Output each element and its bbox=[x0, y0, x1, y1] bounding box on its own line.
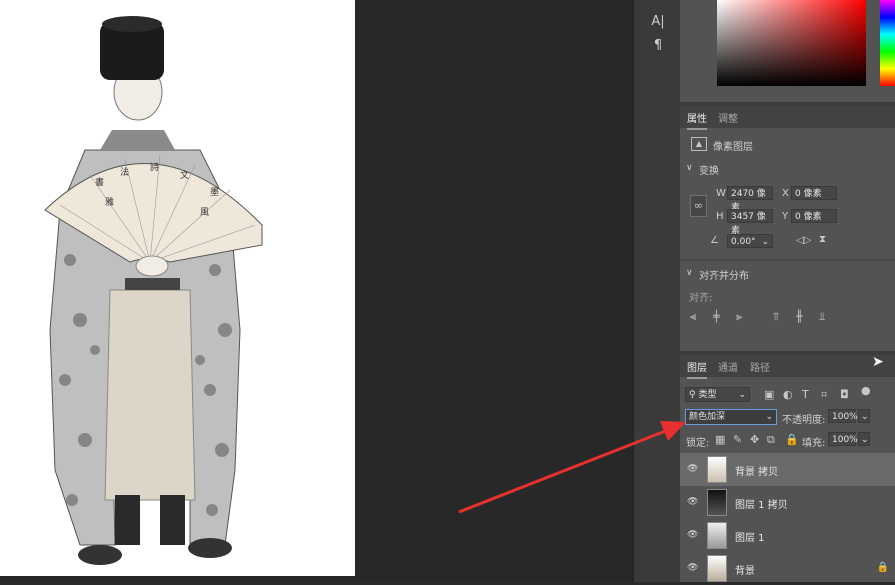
chevron-down-icon[interactable]: ⌄ bbox=[858, 432, 870, 446]
eye-icon[interactable]: 👁 bbox=[687, 497, 698, 507]
tab-paths[interactable]: 路径 bbox=[750, 359, 770, 374]
align-section-title: 对齐并分布 bbox=[699, 271, 749, 282]
svg-text:文: 文 bbox=[180, 169, 189, 181]
tab-properties[interactable]: 属性 bbox=[687, 110, 707, 130]
layer-row[interactable]: 👁 背景 🔒 bbox=[680, 552, 895, 585]
width-field[interactable]: 2470 像素 bbox=[727, 186, 773, 213]
align-middle-vertical-icon[interactable]: ╫ bbox=[796, 311, 803, 323]
opacity-label: 不透明度: bbox=[782, 415, 826, 426]
layer-name: 图层 1 拷贝 bbox=[735, 500, 788, 511]
angle-field[interactable]: 0.00° ⌄ bbox=[727, 234, 773, 248]
flip-vertical-icon[interactable]: ⧗ bbox=[819, 234, 826, 246]
mouse-cursor-icon: ➤ bbox=[872, 354, 884, 370]
eye-icon[interactable]: 👁 bbox=[687, 530, 698, 540]
filter-type-icon[interactable]: T bbox=[802, 389, 809, 401]
layer-filter-select[interactable]: ⚲ 类型 ⌄ bbox=[685, 387, 750, 402]
paragraph-panel-icon[interactable]: ¶ bbox=[648, 36, 668, 56]
layer-row[interactable]: 👁 图层 1 拷贝 bbox=[680, 486, 895, 519]
x-label: X bbox=[782, 188, 789, 199]
color-saturation-field[interactable] bbox=[717, 0, 866, 86]
lock-all-icon[interactable]: 🔒 bbox=[785, 434, 799, 446]
panel-tool-strip: A| ¶ bbox=[633, 0, 681, 582]
y-field[interactable]: 0 像素 bbox=[791, 209, 837, 223]
layer-name: 背景 bbox=[735, 566, 755, 577]
chevron-down-icon[interactable]: ∨ bbox=[686, 163, 693, 173]
layer-row[interactable]: 👁 图层 1 bbox=[680, 519, 895, 552]
height-label: H bbox=[716, 211, 724, 222]
transform-section-title: 变换 bbox=[699, 166, 719, 177]
svg-text:風: 風 bbox=[200, 207, 209, 218]
eye-icon[interactable]: 👁 bbox=[687, 464, 698, 474]
align-top-icon[interactable]: ⫪ bbox=[773, 311, 779, 323]
x-field[interactable]: 0 像素 bbox=[791, 186, 837, 200]
character-panel-icon[interactable]: A| bbox=[648, 12, 668, 32]
filter-adjustment-icon[interactable]: ◐ bbox=[783, 389, 793, 401]
layer-row[interactable]: 👁 背景 拷贝 bbox=[680, 453, 895, 486]
blend-mode-value: 颜色加深 bbox=[689, 412, 726, 422]
blend-mode-select[interactable]: 颜色加深 ⌄ bbox=[685, 409, 777, 425]
align-center-horizontal-icon[interactable]: ╪ bbox=[713, 311, 720, 323]
layer-name: 背景 拷贝 bbox=[735, 467, 779, 478]
lock-artboard-icon[interactable]: ⧉ bbox=[767, 434, 775, 446]
chevron-down-icon[interactable]: ∨ bbox=[686, 268, 693, 278]
fill-field[interactable]: 100% bbox=[828, 432, 858, 446]
layer-thumbnail bbox=[707, 522, 727, 549]
tab-channels[interactable]: 通道 bbox=[718, 359, 738, 374]
angle-icon: ∠ bbox=[710, 235, 719, 246]
fill-label: 填充: bbox=[802, 438, 826, 449]
angle-value: 0.00° bbox=[731, 237, 756, 247]
link-icon[interactable]: ∞ bbox=[690, 195, 707, 217]
hue-slider[interactable] bbox=[880, 0, 895, 86]
document-image[interactable]: 書 法 詩 文墨雅 風 bbox=[0, 0, 355, 576]
layer-name: 图层 1 bbox=[735, 533, 765, 544]
filter-kind-value: 类型 bbox=[698, 390, 717, 400]
opacity-field[interactable]: 100% bbox=[828, 409, 858, 423]
filter-smart-object-icon[interactable]: ◘ bbox=[840, 389, 849, 401]
filter-toggle-icon[interactable]: ● bbox=[861, 385, 871, 397]
lock-icon: 🔒 bbox=[876, 562, 889, 573]
flip-horizontal-icon[interactable]: ◁▷ bbox=[796, 235, 811, 247]
svg-text:墨: 墨 bbox=[210, 187, 219, 198]
y-label: Y bbox=[782, 211, 789, 222]
search-icon: ⚲ bbox=[689, 390, 696, 400]
filter-pixel-icon[interactable]: ▣ bbox=[764, 389, 774, 401]
height-field[interactable]: 3457 像素 bbox=[727, 209, 773, 236]
svg-text:書: 書 bbox=[95, 176, 104, 188]
width-label: W bbox=[716, 188, 726, 199]
align-left-icon[interactable]: ⫷ bbox=[690, 311, 696, 323]
tab-layers[interactable]: 图层 bbox=[687, 359, 707, 379]
filter-shape-icon[interactable]: ⌗ bbox=[821, 389, 827, 401]
image-icon: ▲ bbox=[691, 137, 707, 151]
lock-image-icon[interactable]: ✎ bbox=[733, 434, 742, 446]
layers-tabbar: 图层 通道 路径 bbox=[680, 355, 895, 379]
properties-tabbar: 属性 调整 bbox=[680, 106, 895, 130]
eye-icon[interactable]: 👁 bbox=[687, 563, 698, 573]
svg-text:法: 法 bbox=[120, 166, 129, 178]
chevron-down-icon[interactable]: ⌄ bbox=[858, 409, 870, 423]
layer-thumbnail bbox=[707, 456, 727, 483]
svg-text:詩: 詩 bbox=[150, 161, 159, 173]
layer-thumbnail bbox=[707, 555, 727, 582]
layer-type-label: 像素图层 bbox=[713, 142, 753, 153]
lock-label: 锁定: bbox=[686, 438, 710, 449]
lock-position-icon[interactable]: ✥ bbox=[750, 434, 759, 446]
align-bottom-icon[interactable]: ⫫ bbox=[819, 311, 825, 323]
chevron-down-icon: ⌄ bbox=[765, 412, 773, 422]
svg-text:雅: 雅 bbox=[105, 196, 114, 208]
align-right-icon[interactable]: ⫸ bbox=[736, 311, 742, 323]
chevron-down-icon: ⌄ bbox=[738, 390, 746, 400]
section-divider bbox=[680, 259, 895, 261]
tab-adjustments[interactable]: 调整 bbox=[718, 110, 738, 125]
lock-transparent-icon[interactable]: ▦ bbox=[715, 434, 725, 446]
photo-illustration: 書 法 詩 文墨雅 風 bbox=[44, 16, 263, 565]
canvas-area[interactable]: 書 法 詩 文墨雅 風 bbox=[0, 0, 633, 582]
layer-thumbnail bbox=[707, 489, 727, 516]
align-label: 对齐: bbox=[689, 293, 713, 304]
chevron-down-icon[interactable]: ⌄ bbox=[761, 235, 769, 249]
